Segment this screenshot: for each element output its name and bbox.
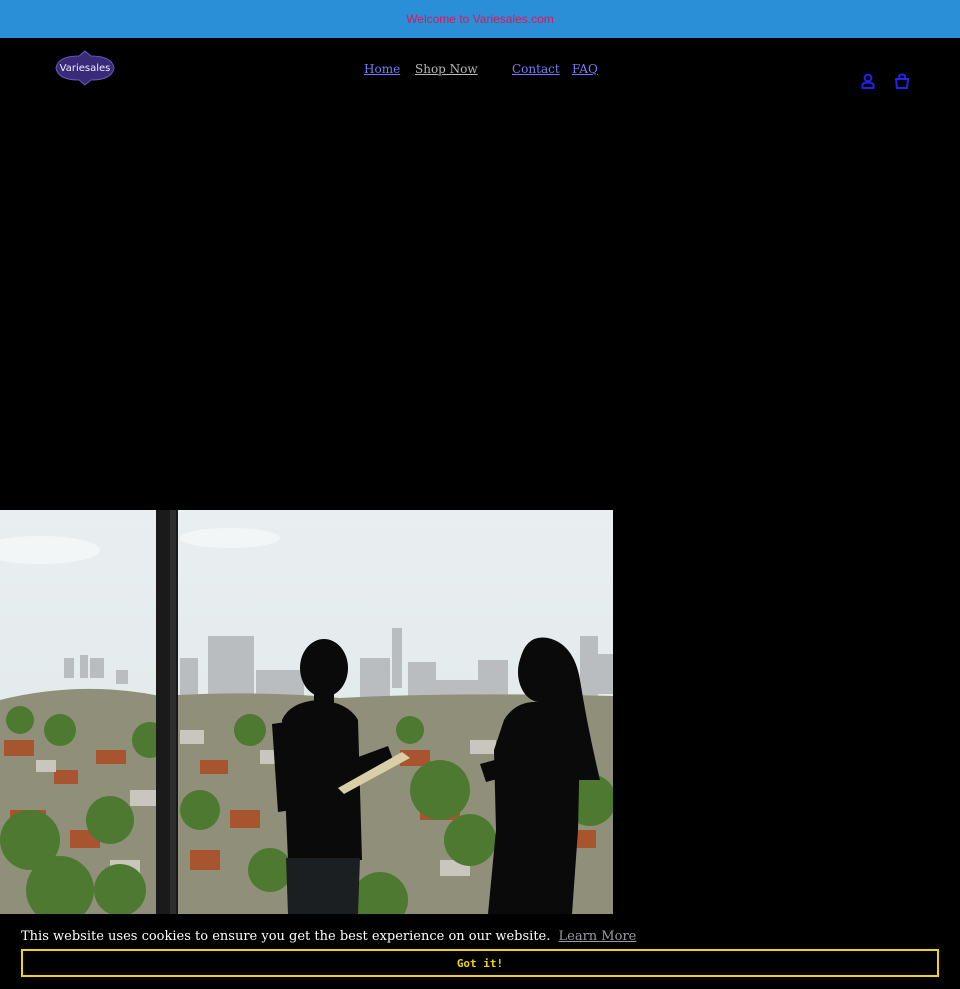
announcement-text: Welcome to Variesales.com [406, 12, 554, 26]
announcement-bar: Welcome to Variesales.com [0, 0, 960, 38]
got-it-button[interactable]: Got it! [21, 949, 939, 977]
site-header: Variesales Home Shop Now Contact FAQ [0, 38, 960, 110]
nav-item-shop-now[interactable]: Shop Now [415, 62, 478, 76]
cart-icon [894, 73, 910, 89]
people-city-photo-icon [0, 510, 613, 914]
cookie-message: This website uses cookies to ensure you … [21, 929, 636, 944]
cookie-banner: This website uses cookies to ensure you … [0, 914, 960, 989]
account-icon [861, 73, 875, 89]
learn-more-link[interactable]: Learn More [559, 929, 637, 944]
nav-item-faq[interactable]: FAQ [572, 62, 598, 76]
account-button[interactable] [859, 72, 877, 90]
cookie-message-text: This website uses cookies to ensure you … [21, 929, 551, 944]
main-nav: Home Shop Now Contact FAQ [0, 62, 960, 78]
nav-item-home[interactable]: Home [364, 62, 400, 76]
hero-image [0, 510, 613, 914]
nav-item-contact[interactable]: Contact [512, 62, 560, 76]
cart-button[interactable] [893, 72, 911, 90]
